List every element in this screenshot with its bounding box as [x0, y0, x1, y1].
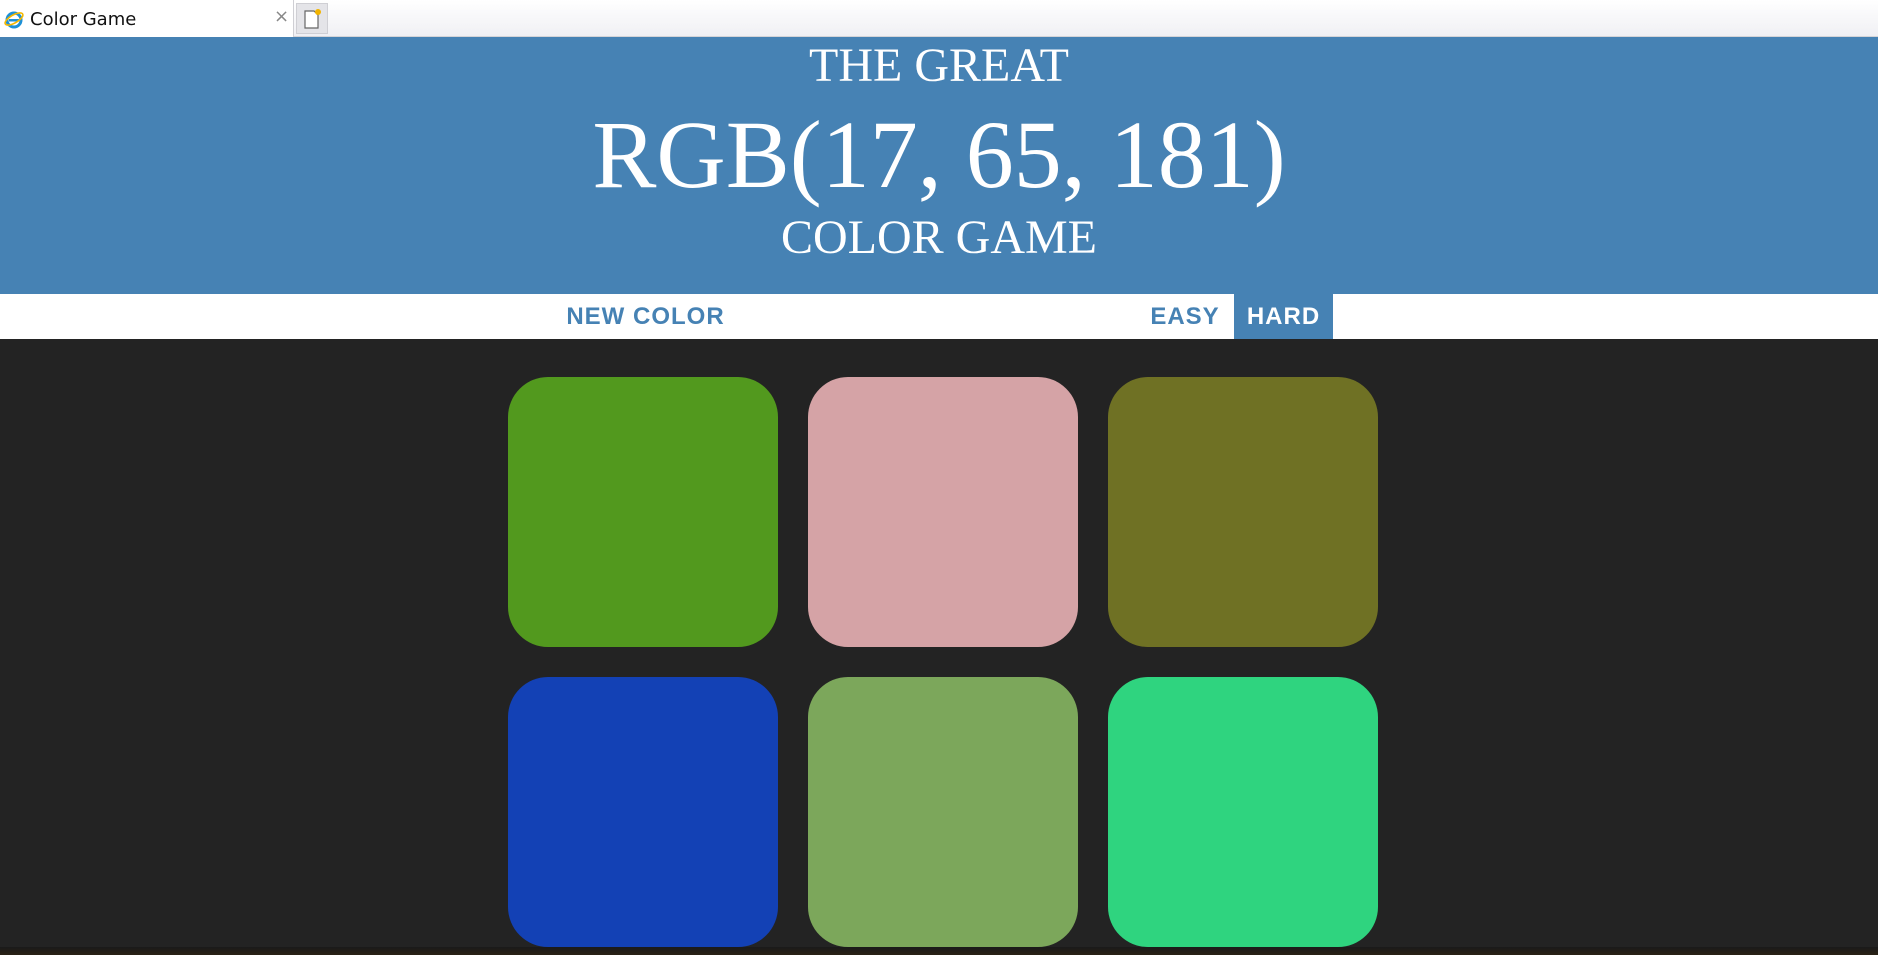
- color-square-6[interactable]: [1108, 677, 1378, 947]
- color-square-4[interactable]: [508, 677, 778, 947]
- color-square-2[interactable]: [808, 377, 1078, 647]
- close-tab-icon[interactable]: ×: [274, 6, 289, 27]
- tab-title: Color Game: [30, 9, 137, 30]
- new-color-button[interactable]: NEW COLOR: [548, 294, 743, 339]
- easy-mode-button[interactable]: EASY: [1136, 294, 1234, 339]
- title-line-top: THE GREAT: [809, 39, 1069, 92]
- browser-tab-bar: Color Game ×: [0, 0, 1878, 37]
- color-square-5[interactable]: [808, 677, 1078, 947]
- window-bottom-edge: [0, 947, 1878, 955]
- title-line-bottom: COLOR GAME: [780, 211, 1097, 264]
- color-square-3[interactable]: [1108, 377, 1378, 647]
- control-stripe: NEW COLOR EASY HARD: [0, 294, 1878, 339]
- browser-tab[interactable]: Color Game ×: [0, 0, 294, 37]
- color-square-1[interactable]: [508, 377, 778, 647]
- ie-icon: [3, 8, 25, 30]
- game-header: THE GREAT RGB(17, 65, 181) COLOR GAME: [0, 37, 1878, 294]
- target-color-display: RGB(17, 65, 181): [592, 101, 1286, 208]
- hard-mode-button[interactable]: HARD: [1234, 294, 1333, 339]
- new-tab-icon: [304, 9, 321, 29]
- new-tab-button[interactable]: [296, 3, 328, 34]
